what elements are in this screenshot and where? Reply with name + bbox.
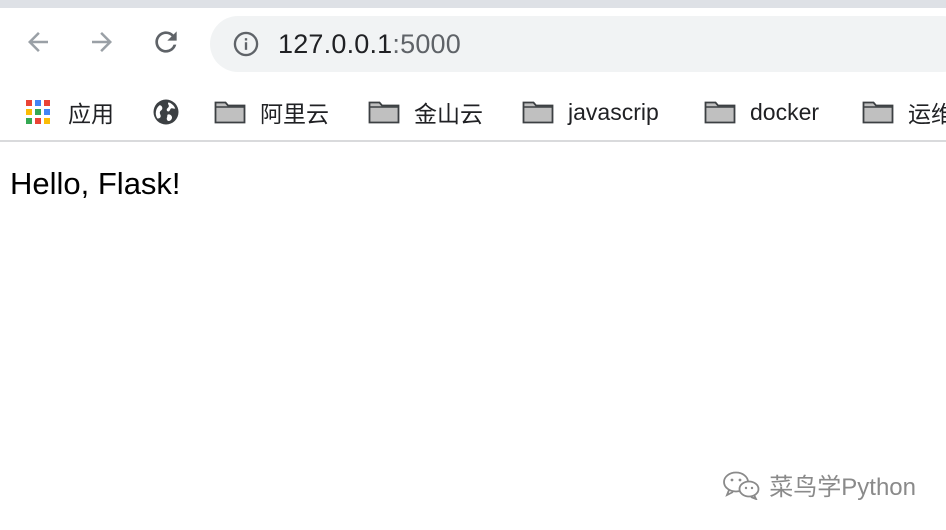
address-bar[interactable]: 127.0.0.1:5000 [210,16,946,72]
bookmark-label: 应用 [68,101,114,127]
info-circle-icon[interactable] [232,30,260,58]
wechat-icon [723,471,760,500]
page-content: Hello, Flask! 菜鸟学Python [0,144,946,530]
bookmark-label: javascrip [568,98,659,125]
bookmark-folder-jinshanyun[interactable]: 金山云 [368,94,483,130]
bookmark-label: 金山云 [414,101,483,127]
folder-icon [368,96,400,128]
back-button[interactable] [18,22,58,62]
bookmarks-bar: 应用 阿里云 金山云 javascrip docker 运 [0,84,946,142]
folder-icon [522,96,554,128]
watermark-text: 菜鸟学Python [769,474,916,501]
folder-icon [862,96,894,128]
url-text[interactable]: 127.0.0.1:5000 [278,29,461,60]
watermark: 菜鸟学Python [721,467,916,502]
globe-icon [150,96,182,128]
bookmark-label: docker [750,98,820,125]
bookmark-folder-aliyun[interactable]: 阿里云 [214,94,329,130]
page-text: Hello, Flask! [10,166,181,201]
url-port: :5000 [392,28,461,59]
arrow-left-icon [28,32,48,52]
bookmark-globe[interactable] [150,94,196,130]
url-host: 127.0.0.1 [278,28,393,59]
reload-icon [155,31,177,53]
forward-button[interactable] [82,22,122,62]
window-top-strip [0,0,946,8]
bookmark-label: 运维 [908,101,946,127]
bookmark-label: 阿里云 [260,101,329,127]
bookmark-folder-docker[interactable]: docker [704,94,819,130]
bookmark-folder-javascript[interactable]: javascrip [522,94,659,130]
folder-icon [214,96,246,128]
reload-button[interactable] [146,22,186,62]
bookmark-folder-yunwei[interactable]: 运维 [862,94,946,130]
folder-icon [704,96,736,128]
browser-toolbar: 127.0.0.1:5000 [0,8,946,84]
bookmark-apps[interactable]: 应用 [22,94,114,130]
apps-grid-icon [22,96,54,128]
arrow-right-icon [92,32,112,52]
